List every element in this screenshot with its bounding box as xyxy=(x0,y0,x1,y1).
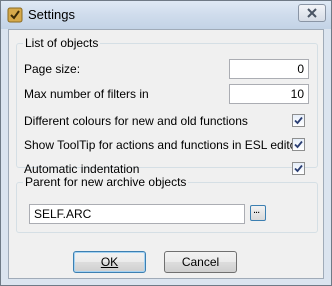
title-bar[interactable]: Settings xyxy=(1,1,331,29)
archive-parent-field[interactable]: SELF.ARC xyxy=(29,204,245,224)
settings-dialog: Settings List of objects Page size: 0 Ma… xyxy=(0,0,332,286)
option-label-colours: Different colours for new and old functi… xyxy=(24,114,248,128)
option-label-indentation: Automatic indentation xyxy=(24,162,140,176)
dialog-client-area: List of objects Page size: 0 Max number … xyxy=(8,29,324,279)
page-size-field[interactable]: 0 xyxy=(229,59,309,79)
checkmark-icon xyxy=(294,164,303,173)
ok-label: OK xyxy=(100,255,119,269)
max-filters-label: Max number of filters in xyxy=(24,87,149,101)
archive-parent-group: Parent for new archive objects SELF.ARC … xyxy=(16,175,318,233)
ok-button[interactable]: OK xyxy=(73,251,146,273)
browse-button[interactable]: ... xyxy=(250,204,266,221)
app-icon xyxy=(7,7,23,23)
list-of-objects-group: List of objects Page size: 0 Max number … xyxy=(16,36,318,176)
colours-checkbox[interactable] xyxy=(292,114,305,127)
cancel-label: Cancel xyxy=(181,255,220,269)
option-label-tooltip: Show ToolTip for actions and functions i… xyxy=(24,138,301,152)
group-legend: List of objects xyxy=(25,36,99,50)
checkmark-icon xyxy=(294,140,303,149)
indentation-checkbox[interactable] xyxy=(292,162,305,175)
window-title: Settings xyxy=(28,7,75,22)
cancel-button[interactable]: Cancel xyxy=(164,251,237,273)
max-filters-field[interactable]: 10 xyxy=(229,84,309,104)
group-legend: Parent for new archive objects xyxy=(25,175,187,189)
close-button[interactable] xyxy=(298,4,326,22)
checkmark-icon xyxy=(294,116,303,125)
tooltip-checkbox[interactable] xyxy=(292,138,305,151)
close-icon xyxy=(299,8,325,24)
browse-label: ... xyxy=(253,204,260,216)
page-size-label: Page size: xyxy=(24,62,81,76)
